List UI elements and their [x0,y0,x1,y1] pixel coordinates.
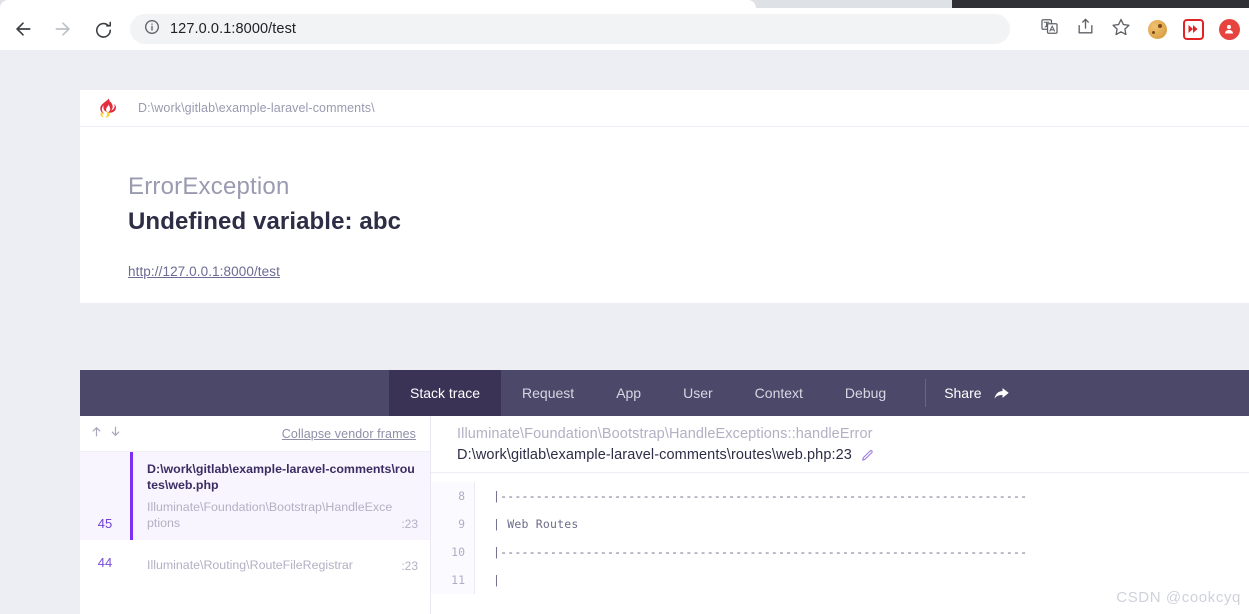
exception-card-body: ErrorException Undefined variable: abc h… [80,127,1249,303]
tab-request[interactable]: Request [501,370,595,416]
bookmark-button[interactable] [1105,13,1137,45]
code-preview-panel: Illuminate\Foundation\Bootstrap\HandleEx… [431,416,1249,614]
tab-debug[interactable]: Debug [824,370,907,416]
tabbar-spacer [80,370,389,416]
code-preview-body: 8 9 10 11 |-----------------------------… [431,472,1249,594]
code-file-path-row: D:\work\gitlab\example-laravel-comments\… [457,447,1249,463]
ignition-error-page: D:\work\gitlab\example-laravel-comments\… [0,50,1249,614]
exception-message: Undefined variable: abc [128,208,402,235]
share-button[interactable]: Share [944,370,1023,416]
tab-app[interactable]: App [595,370,662,416]
code-line-numbers: 8 9 10 11 [431,482,475,594]
fast-forward-extension-icon [1182,18,1204,40]
exception-class-name: ErrorException [128,173,290,200]
arrow-up-icon[interactable] [90,424,103,444]
address-bar-url: 127.0.0.1:8000/test [170,21,297,37]
application-path: D:\work\gitlab\example-laravel-comments\ [138,101,375,115]
browser-tab-secondary[interactable] [952,0,1249,8]
pencil-icon[interactable] [861,449,874,462]
table-row[interactable]: 45 D:\work\gitlab\example-laravel-commen… [80,452,430,540]
address-bar[interactable]: 127.0.0.1:8000/test [130,14,1010,44]
frame-class-row: Illuminate\Foundation\Bootstrap\HandleEx… [147,500,418,531]
code-line: |---------------------------------------… [493,545,1028,559]
forward-arrow-icon [53,19,73,39]
browser-tab-strip [0,0,1249,8]
stack-trace-panel: Collapse vendor frames 45 D:\work\gitlab… [80,416,1249,614]
code-class-name: Illuminate\Foundation\Bootstrap\HandleEx… [457,426,873,442]
arrow-down-icon[interactable] [109,424,122,444]
frame-file-path: D:\work\gitlab\example-laravel-comments\… [147,462,415,492]
tabbar-divider [925,379,927,407]
frame-list-header: Collapse vendor frames [80,416,430,452]
frame-content: Illuminate\Routing\RouteFileRegistrar :2… [133,542,430,583]
frame-sort-controls [90,424,122,444]
cookie-extension-icon [1147,19,1167,39]
code-preview-header: Illuminate\Foundation\Bootstrap\HandleEx… [431,416,1249,472]
frame-number: 44 [97,554,113,570]
frame-line-number: :23 [401,559,418,574]
share-button-label: Share [944,385,982,401]
frame-number: 45 [97,516,113,531]
code-line: | Web Routes [493,517,579,531]
browser-toolbar: 127.0.0.1:8000/test [0,8,1249,50]
tab-context[interactable]: Context [734,370,824,416]
tab-stack-trace[interactable]: Stack trace [389,370,502,416]
share-arrow-icon [993,386,1010,401]
watermark: CSDN @cookcyq [1116,589,1241,606]
back-arrow-icon [13,19,33,39]
code-lines: |---------------------------------------… [475,482,1249,594]
code-line-number: 10 [451,545,465,559]
code-file-path: D:\work\gitlab\example-laravel-comments\… [457,447,852,463]
frame-class-name: Illuminate\Foundation\Bootstrap\HandleEx… [147,500,393,530]
forward-button[interactable] [46,12,80,46]
toolbar-actions [1033,8,1249,50]
star-icon [1111,17,1131,42]
share-icon [1076,17,1095,41]
frame-content: D:\work\gitlab\example-laravel-comments\… [133,452,430,540]
cookie-extension-button[interactable] [1141,13,1173,45]
share-page-button[interactable] [1069,13,1101,45]
translate-button[interactable] [1033,13,1065,45]
profile-button[interactable] [1213,13,1245,45]
video-speed-extension-button[interactable] [1177,13,1209,45]
profile-avatar-icon [1218,18,1240,40]
collapse-vendor-frames-link[interactable]: Collapse vendor frames [282,427,416,441]
reload-icon [94,20,113,39]
table-row[interactable]: 44 Illuminate\Routing\RouteFileRegistrar… [80,540,430,584]
code-line-number: 8 [458,489,465,503]
frame-line-number: :23 [401,517,418,531]
frame-class-row: Illuminate\Routing\RouteFileRegistrar :2… [147,558,418,574]
translate-icon [1040,17,1059,41]
reload-button[interactable] [86,12,120,46]
ignition-tabbar: Stack trace Request App User Context Deb… [80,370,1249,416]
tab-user[interactable]: User [662,370,734,416]
request-url-link[interactable]: http://127.0.0.1:8000/test [128,264,280,279]
exception-card: D:\work\gitlab\example-laravel-comments\… [80,90,1249,303]
ignition-flame-logo [100,98,116,118]
frame-list: Collapse vendor frames 45 D:\work\gitlab… [80,416,431,614]
frame-class-name: Illuminate\Routing\RouteFileRegistrar [147,557,353,572]
browser-tab-active[interactable] [0,0,756,8]
code-line: |---------------------------------------… [493,489,1028,503]
code-line-number: 11 [451,573,465,587]
info-circle-icon[interactable] [144,19,160,40]
code-line-number: 9 [458,517,465,531]
exception-card-header: D:\work\gitlab\example-laravel-comments\ [80,90,1249,127]
back-button[interactable] [6,12,40,46]
